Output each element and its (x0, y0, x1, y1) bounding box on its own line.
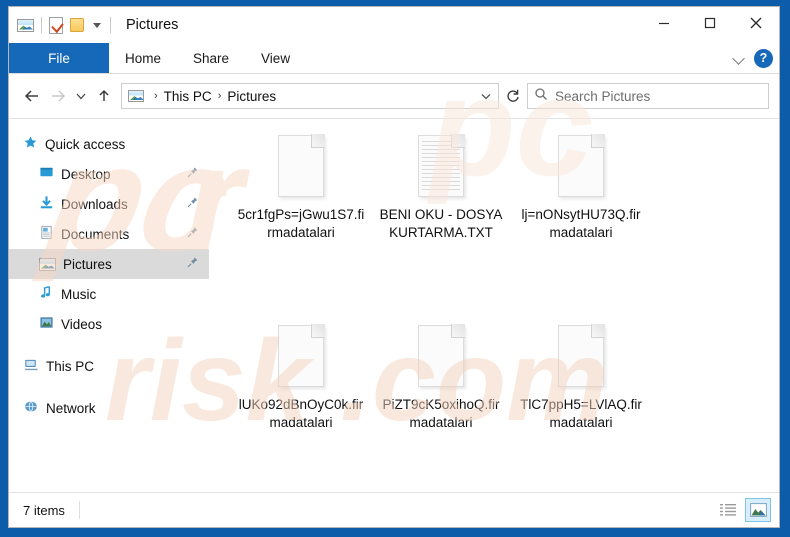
sidebar-label-network: Network (46, 400, 96, 416)
navigation-pane: Quick access Desktop Downloads Documents… (9, 119, 209, 492)
file-item[interactable]: lUKo92dBnOyC0k.firmadatalari (231, 317, 371, 492)
blank-document-icon (418, 324, 465, 387)
view-mode-buttons (715, 498, 771, 522)
sidebar-label-videos: Videos (61, 316, 103, 332)
large-icons-view-button[interactable] (745, 498, 771, 522)
pin-icon-documents[interactable] (186, 226, 199, 242)
blank-document-icon (278, 134, 325, 197)
main-area: Quick access Desktop Downloads Documents… (9, 118, 779, 492)
blank-document-icon (558, 324, 605, 387)
blank-document-icon (558, 134, 605, 197)
refresh-button[interactable] (499, 83, 527, 109)
documents-icon (39, 225, 54, 243)
sidebar-label-pictures: Pictures (63, 256, 112, 272)
search-input[interactable]: Search Pictures (555, 89, 650, 104)
file-name: BENI OKU - DOSYA KURTARMA.TXT (379, 207, 503, 240)
properties-icon[interactable] (49, 16, 63, 34)
file-name: lj=nONsytHU73Q.firmadatalari (521, 207, 641, 240)
sidebar-label-quick-access: Quick access (45, 136, 126, 152)
breadcrumb-pictures-icon (128, 90, 144, 102)
sidebar-label-music: Music (61, 286, 97, 302)
sidebar-item-music[interactable]: Music (9, 279, 209, 309)
file-item[interactable]: lj=nONsytHU73Q.firmadatalari (511, 127, 651, 317)
videos-icon (39, 315, 54, 333)
file-name: 5cr1fgPs=jGwu1S7.firmadatalari (237, 207, 365, 240)
file-item[interactable]: 5cr1fgPs=jGwu1S7.firmadatalari (231, 127, 371, 317)
text-document-icon (418, 134, 465, 197)
tab-file[interactable]: File (9, 43, 109, 73)
up-button[interactable] (91, 83, 117, 109)
sidebar-label-downloads: Downloads (61, 196, 128, 212)
file-name: TlC7ppH5=LVlAQ.firmadatalari (520, 397, 642, 430)
sidebar-item-quick-access[interactable]: Quick access (9, 129, 209, 159)
sidebar-label-desktop: Desktop (61, 166, 111, 182)
title-bar: Pictures (9, 7, 779, 43)
network-icon (23, 399, 39, 417)
blank-document-icon (278, 324, 325, 387)
status-bar: 7 items (9, 492, 779, 527)
toolbar-divider (41, 17, 42, 33)
customize-toolbar-chevron-down-icon[interactable] (93, 22, 101, 28)
item-count-label: 7 items (23, 502, 65, 518)
music-icon (39, 285, 54, 303)
file-list-view[interactable]: 5cr1fgPs=jGwu1S7.firmadatalari BENI OKU … (209, 119, 779, 492)
new-folder-icon[interactable] (70, 18, 84, 32)
file-grid: 5cr1fgPs=jGwu1S7.firmadatalari BENI OKU … (231, 127, 773, 492)
sidebar-item-this-pc[interactable]: This PC (9, 351, 209, 381)
address-bar: › This PC › Pictures Search Pictures (9, 74, 779, 118)
ribbon-right-controls: ? (733, 43, 773, 73)
file-item[interactable]: BENI OKU - DOSYA KURTARMA.TXT (371, 127, 511, 317)
address-chevron-down-icon[interactable] (478, 90, 494, 102)
minimize-button[interactable] (641, 7, 687, 39)
pictures-icon-sidebar (39, 257, 56, 271)
toolbar-divider-2 (110, 17, 111, 33)
file-name: PiZT9cK5oxihoQ.firmadatalari (382, 397, 500, 430)
breadcrumb-separator-0: › (154, 90, 158, 102)
tab-home[interactable]: Home (109, 43, 177, 73)
sidebar-label-documents: Documents (61, 226, 130, 242)
tab-share[interactable]: Share (177, 43, 245, 73)
expand-ribbon-chevron-down-icon[interactable] (733, 52, 746, 65)
maximize-button[interactable] (687, 7, 733, 39)
back-button[interactable] (19, 83, 45, 109)
file-explorer-window: Pictures File Home Share View ? › This P… (8, 6, 780, 528)
sidebar-item-desktop[interactable]: Desktop (9, 159, 209, 189)
pin-icon-desktop[interactable] (186, 166, 199, 182)
downloads-icon (39, 195, 54, 213)
ribbon-tab-bar: File Home Share View ? (9, 43, 779, 74)
file-name: lUKo92dBnOyC0k.firmadatalari (238, 397, 364, 430)
breadcrumb-item-pictures[interactable]: Pictures (227, 89, 276, 104)
sidebar-item-videos[interactable]: Videos (9, 309, 209, 339)
sidebar-item-network[interactable]: Network (9, 393, 209, 423)
sidebar-item-pictures[interactable]: Pictures (9, 249, 209, 279)
help-button[interactable]: ? (754, 48, 773, 68)
sidebar-label-this-pc: This PC (46, 358, 95, 374)
forward-button[interactable] (45, 83, 71, 109)
tab-view[interactable]: View (245, 43, 306, 73)
desktop-icon (39, 165, 54, 183)
sidebar-item-downloads[interactable]: Downloads (9, 189, 209, 219)
breadcrumb-item-this-pc[interactable]: This PC (164, 89, 212, 104)
quick-access-toolbar: Pictures (9, 16, 179, 34)
close-button[interactable] (733, 7, 779, 39)
this-pc-icon (23, 357, 39, 375)
pin-icon-pictures[interactable] (186, 256, 199, 272)
pin-icon-downloads[interactable] (186, 196, 199, 212)
star-icon (23, 135, 38, 153)
search-icon (534, 87, 548, 106)
file-item[interactable]: TlC7ppH5=LVlAQ.firmadatalari (511, 317, 651, 492)
window-title: Pictures (126, 17, 179, 33)
breadcrumb-separator-1: › (217, 90, 222, 102)
file-item[interactable]: PiZT9cK5oxihoQ.firmadatalari (371, 317, 511, 492)
pictures-icon (17, 18, 34, 32)
recent-locations-button[interactable] (71, 83, 91, 109)
window-controls (641, 7, 779, 39)
status-divider (78, 501, 80, 519)
breadcrumb[interactable]: › This PC › Pictures (121, 83, 499, 109)
sidebar-item-documents[interactable]: Documents (9, 219, 209, 249)
search-box[interactable]: Search Pictures (527, 83, 769, 109)
details-view-button[interactable] (715, 498, 741, 522)
